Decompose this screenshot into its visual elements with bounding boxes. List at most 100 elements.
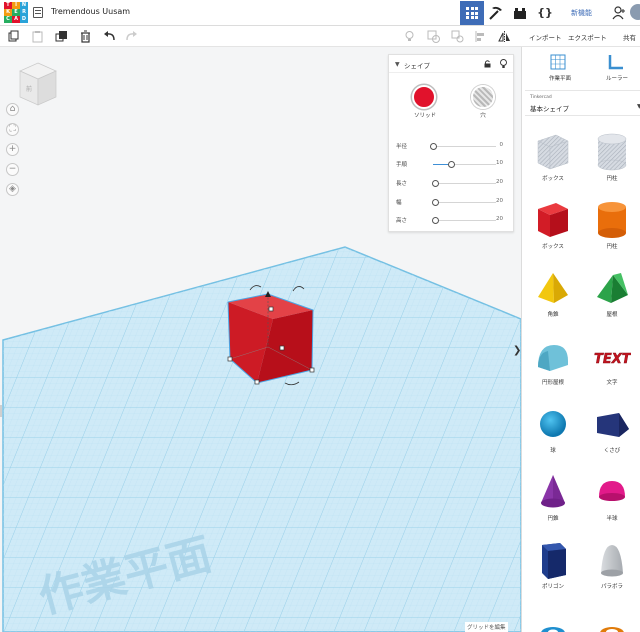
shape-tile-roof[interactable]: 屋根 bbox=[581, 255, 640, 323]
tinkercad-logo[interactable]: T I N K E R C A D bbox=[4, 2, 28, 24]
fit-view-button[interactable]: ⛶ bbox=[6, 123, 19, 136]
shape-label: 屋根 bbox=[606, 312, 618, 318]
workplane-icon[interactable] bbox=[550, 54, 566, 70]
param-slider-knob[interactable] bbox=[432, 179, 440, 187]
param-slider-track[interactable] bbox=[433, 202, 496, 203]
param-slider-track[interactable] bbox=[433, 220, 496, 221]
project-list-icon[interactable] bbox=[33, 7, 43, 18]
logo-letter: D bbox=[20, 16, 28, 23]
workplane-label[interactable]: 作業平面 bbox=[542, 74, 578, 82]
delete-icon[interactable] bbox=[79, 30, 92, 43]
copy-icon[interactable] bbox=[7, 30, 20, 43]
shape-tile-pyramid[interactable]: 角錐 bbox=[522, 255, 582, 323]
shape-tile-box-hole[interactable]: ボックス bbox=[522, 119, 582, 187]
inspector-title: シェイプ bbox=[404, 62, 430, 70]
solid-color-button[interactable] bbox=[412, 85, 436, 109]
param-value[interactable]: 20 bbox=[496, 179, 503, 185]
group-icon[interactable] bbox=[427, 30, 440, 43]
shape-tile-text[interactable]: TEXT 文字 bbox=[581, 323, 640, 391]
codeblocks-icon[interactable]: {} bbox=[535, 3, 555, 22]
whats-new-link[interactable]: 新機能 bbox=[571, 8, 592, 18]
undo-icon[interactable] bbox=[103, 30, 116, 43]
shape-tile-wedge[interactable]: くさび bbox=[581, 391, 640, 459]
share-tab[interactable]: 共有 bbox=[623, 32, 636, 42]
shape-tile-sphere[interactable]: 球 bbox=[522, 391, 582, 459]
home-icon: ⌂ bbox=[9, 104, 16, 114]
import-export-bar: インポート エクスポート 共有 bbox=[521, 26, 640, 47]
export-tab[interactable]: エクスポート bbox=[568, 32, 607, 42]
redo-icon[interactable] bbox=[125, 30, 138, 43]
shape-tile-cone[interactable]: 円錐 bbox=[522, 459, 582, 527]
param-row-length: 長さ 20 bbox=[389, 178, 513, 190]
corner-handle[interactable] bbox=[254, 379, 260, 385]
home-view-button[interactable]: ⌂ bbox=[6, 103, 19, 116]
shape-label: 円錐 bbox=[547, 516, 559, 522]
ungroup-icon[interactable] bbox=[451, 30, 464, 43]
collapse-icon[interactable]: ▼ bbox=[395, 61, 400, 68]
center-handle[interactable] bbox=[279, 345, 285, 351]
shape-label: 角錐 bbox=[547, 312, 559, 318]
project-title[interactable]: Tremendous Uusam bbox=[51, 7, 130, 16]
shape-inspector-panel: ▼ シェイプ ソリッド 穴 半径 0 手順 10 長さ 20 幅 20 高さ 2… bbox=[388, 54, 514, 232]
shape-tile-torus[interactable] bbox=[522, 595, 582, 632]
pickaxe-icon[interactable] bbox=[488, 5, 504, 21]
zoom-out-button[interactable]: − bbox=[6, 163, 19, 176]
shape-tile-half-sphere[interactable]: 半球 bbox=[581, 459, 640, 527]
param-value[interactable]: 0 bbox=[500, 142, 504, 148]
ruler-icon[interactable] bbox=[608, 54, 624, 70]
zoom-in-icon: + bbox=[8, 144, 17, 154]
3d-design-view-button[interactable] bbox=[460, 1, 484, 25]
shapes-library-panel: 作業平面 ルーラー Tinkercad 基本シェイプ ▼ ボックス 円柱 bbox=[521, 47, 640, 632]
align-icon[interactable] bbox=[474, 30, 487, 43]
light-bulb-icon[interactable] bbox=[403, 30, 416, 43]
user-avatar[interactable] bbox=[630, 4, 640, 20]
edit-toolbar bbox=[0, 26, 521, 47]
ruler-label[interactable]: ルーラー bbox=[602, 74, 632, 82]
shape-tile-box[interactable]: ボックス bbox=[522, 187, 582, 255]
shape-label: ボックス bbox=[542, 176, 564, 182]
corner-handle[interactable] bbox=[309, 367, 315, 373]
param-slider-knob[interactable] bbox=[432, 216, 440, 224]
param-value[interactable]: 20 bbox=[496, 216, 503, 222]
shape-label: 文字 bbox=[606, 380, 618, 386]
shape-tile-cylinder-hole[interactable]: 円柱 bbox=[581, 119, 640, 187]
paste-icon[interactable] bbox=[31, 30, 44, 43]
param-slider-track[interactable] bbox=[433, 183, 496, 184]
param-slider-knob[interactable] bbox=[429, 142, 437, 150]
shape-tile-polygon[interactable]: ポリゴン bbox=[522, 527, 582, 595]
perspective-toggle-button[interactable]: ◈ bbox=[6, 183, 19, 196]
shape-label: 半球 bbox=[606, 516, 618, 522]
shape-label: ボックス bbox=[542, 244, 564, 250]
mirror-icon[interactable] bbox=[498, 30, 511, 43]
library-selector[interactable]: Tinkercad 基本シェイプ ▼ bbox=[525, 90, 640, 116]
svg-text:TEXT: TEXT bbox=[594, 352, 631, 367]
lock-icon[interactable] bbox=[484, 60, 491, 68]
panel-collapse-toggle[interactable]: ❯ bbox=[513, 340, 521, 362]
grid-view-icon bbox=[466, 7, 478, 19]
param-slider-track[interactable] bbox=[433, 146, 496, 147]
height-handle[interactable] bbox=[268, 306, 274, 312]
add-user-icon[interactable] bbox=[612, 6, 626, 20]
param-slider-knob[interactable] bbox=[432, 198, 440, 206]
duplicate-icon[interactable] bbox=[55, 30, 68, 43]
inspector-header[interactable]: ▼ シェイプ bbox=[389, 55, 513, 73]
shape-tile-tube[interactable] bbox=[581, 595, 640, 632]
view-cube[interactable]: 前 bbox=[18, 61, 58, 107]
edit-grid-button[interactable]: グリッドを編集 bbox=[465, 622, 508, 632]
shape-label: 円柱 bbox=[606, 244, 618, 250]
param-slider-knob[interactable] bbox=[448, 160, 456, 168]
logo-letter: I bbox=[12, 2, 20, 9]
bricks-icon[interactable] bbox=[513, 7, 527, 19]
corner-handle[interactable] bbox=[227, 356, 233, 362]
shape-tile-round-roof[interactable]: 円形屋根 bbox=[522, 323, 582, 391]
box-hole-icon bbox=[537, 134, 569, 170]
shape-tile-paraboloid[interactable]: パラボラ bbox=[581, 527, 640, 595]
hole-button[interactable] bbox=[471, 85, 495, 109]
shape-tile-cylinder[interactable]: 円柱 bbox=[581, 187, 640, 255]
import-tab[interactable]: インポート bbox=[529, 32, 562, 42]
zoom-in-button[interactable]: + bbox=[6, 143, 19, 156]
light-bulb-icon[interactable] bbox=[500, 59, 507, 69]
param-value[interactable]: 10 bbox=[496, 160, 503, 166]
param-value[interactable]: 20 bbox=[496, 198, 503, 204]
param-label: 半径 bbox=[396, 144, 408, 150]
